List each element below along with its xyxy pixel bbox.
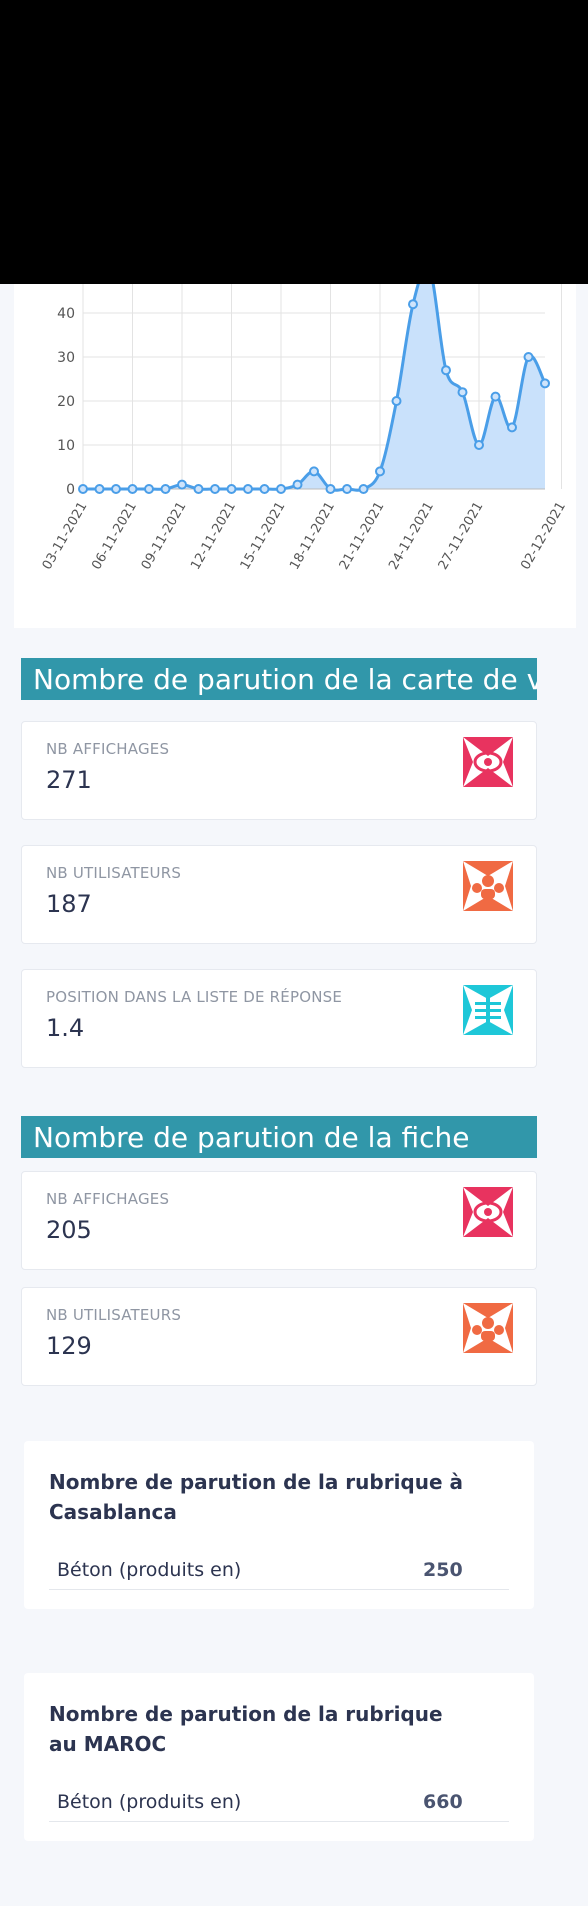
- stat-value: 205: [46, 1216, 92, 1244]
- data-point: [193, 484, 204, 494]
- data-point: [276, 484, 286, 494]
- stat-label: POSITION DANS LA LISTE DE RÉPONSE: [46, 988, 343, 1006]
- data-point: [523, 352, 534, 362]
- stat-value: 187: [46, 890, 92, 918]
- data-point: [309, 466, 319, 477]
- x-tick-label: 18-11-2021: [287, 500, 338, 573]
- eye-icon: [463, 737, 513, 787]
- data-point: [408, 299, 418, 310]
- users-icon: [463, 861, 513, 911]
- data-point: [160, 484, 171, 494]
- y-tick-label: 40: [57, 306, 75, 322]
- rubrique-maroc-card: Nombre de parution de la rubrique au MAR…: [24, 1673, 534, 1841]
- area-fill: [83, 284, 545, 491]
- data-point: [144, 484, 154, 494]
- stat-card-utilisateurs: NB UTILISATEURS 129: [21, 1287, 537, 1386]
- stat-label: NB AFFICHAGES: [46, 740, 170, 758]
- data-point: [507, 422, 517, 433]
- data-point: [441, 365, 451, 376]
- data-point: [325, 484, 336, 494]
- stat-label: NB UTILISATEURS: [46, 1306, 182, 1324]
- data-point: [358, 484, 369, 494]
- stat-card-affichages: NB AFFICHAGES 205: [21, 1171, 537, 1270]
- users-icon: [463, 1303, 513, 1353]
- table-row: Béton (produits en) 250: [49, 1553, 509, 1590]
- x-tick-label: 21-11-2021: [337, 500, 388, 573]
- y-tick-label: 0: [66, 482, 75, 498]
- stat-card-position: POSITION DANS LA LISTE DE RÉPONSE 1.4: [21, 969, 537, 1068]
- x-tick-label: 06-11-2021: [89, 500, 140, 573]
- y-tick-label: 30: [57, 350, 75, 366]
- data-point: [375, 466, 385, 477]
- x-tick-label: 27-11-2021: [436, 500, 487, 573]
- x-tick-label: 02-12-2021: [518, 500, 569, 573]
- row-name: Béton (produits en): [57, 1559, 242, 1581]
- table-title: Nombre de parution de la rubrique au MAR…: [49, 1702, 443, 1756]
- table-title: Nombre de parution de la rubrique à Casa…: [49, 1470, 464, 1524]
- data-point: [259, 484, 270, 494]
- scroll-gutter: [576, 284, 588, 1906]
- data-point: [127, 484, 138, 494]
- x-tick-label: 24-11-2021: [386, 500, 437, 573]
- section-header-fiche: Nombre de parution de la fiche: [21, 1116, 537, 1158]
- data-point: [490, 391, 501, 402]
- stat-card-utilisateurs: NB UTILISATEURS 187: [21, 845, 537, 944]
- data-point: [391, 396, 402, 406]
- x-tick-label: 15-11-2021: [238, 500, 289, 573]
- section-header-carte: Nombre de parution de la carte de viste: [21, 658, 537, 700]
- stat-card-affichages: NB AFFICHAGES 271: [21, 721, 537, 820]
- list-icon: [463, 985, 513, 1035]
- y-tick-label: 20: [57, 394, 75, 410]
- top-black-band: [0, 0, 588, 284]
- data-point: [177, 479, 187, 490]
- data-point: [210, 484, 220, 494]
- stat-value: 1.4: [46, 1014, 85, 1042]
- data-point: [457, 387, 468, 398]
- row-name: Béton (produits en): [57, 1791, 242, 1813]
- x-tick-label: 12-11-2021: [188, 500, 239, 573]
- stat-label: NB UTILISATEURS: [46, 864, 182, 882]
- x-tick-label: 03-11-2021: [40, 500, 91, 573]
- data-point: [94, 484, 105, 494]
- table-row: Béton (produits en) 660: [49, 1785, 509, 1822]
- chart-card: 0 10 20 30 40 03-11-2021 06-11-2021 09-11-2021 1…: [14, 284, 576, 628]
- data-point: [111, 484, 121, 494]
- data-point: [474, 440, 484, 450]
- row-value: 660: [423, 1791, 463, 1813]
- stat-value: 129: [46, 1332, 92, 1360]
- stat-label: NB AFFICHAGES: [46, 1190, 170, 1208]
- data-point: [342, 484, 352, 494]
- rubrique-casablanca-card: Nombre de parution de la rubrique à Casa…: [24, 1441, 534, 1609]
- stat-value: 271: [46, 766, 92, 794]
- area-chart: 01020304003-11-202106-11-202109-11-20211…: [40, 284, 569, 573]
- row-value: 250: [423, 1559, 463, 1581]
- data-point: [78, 484, 88, 494]
- data-point: [540, 378, 550, 389]
- data-point: [243, 484, 253, 494]
- x-tick-label: 09-11-2021: [139, 500, 190, 573]
- eye-icon: [463, 1187, 513, 1237]
- data-point: [226, 484, 237, 494]
- y-tick-label: 10: [57, 438, 75, 454]
- data-point: [292, 479, 303, 490]
